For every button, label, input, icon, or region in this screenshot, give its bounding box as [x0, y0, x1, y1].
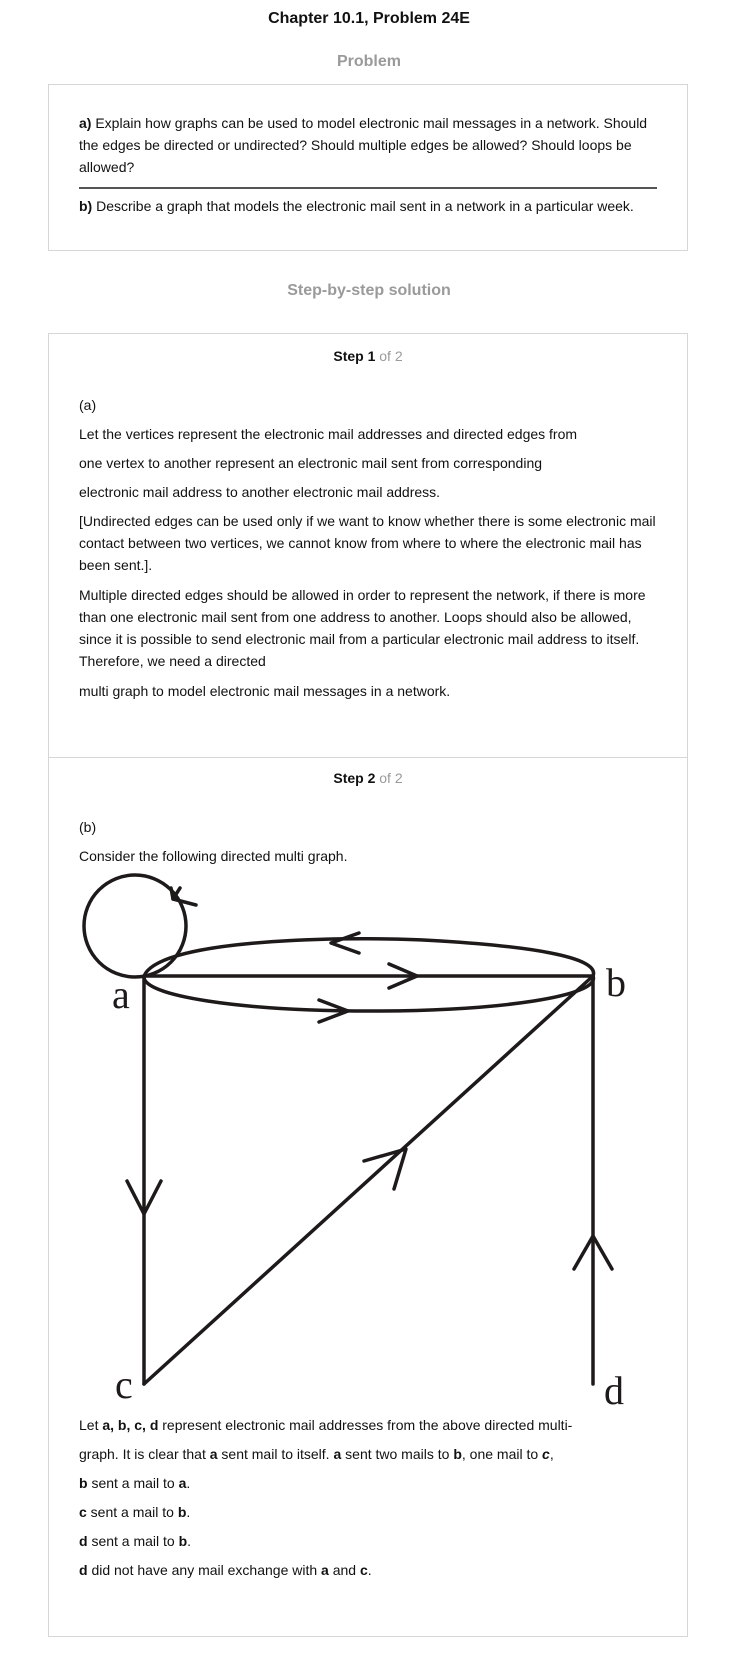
vertex-b: b	[79, 1475, 88, 1491]
vertex-c: c	[79, 1504, 87, 1520]
vertex-b: b	[453, 1446, 462, 1462]
edge-c-to-b	[142, 974, 595, 1386]
step-2-explain-1: Let a, b, c, d represent electronic mail…	[79, 1414, 659, 1436]
text-fragment: .	[367, 1562, 372, 1578]
vertex-d: d	[79, 1533, 88, 1549]
step-2-explain-2: graph. It is clear that a sent mail to i…	[79, 1443, 659, 1465]
text-fragment: did not have any mail exchange with	[87, 1562, 322, 1578]
vertex-label-a: a	[112, 972, 130, 1017]
vertex-d: d	[79, 1562, 88, 1578]
step-2-explain-6: d did not have any mail exchange with a …	[79, 1559, 659, 1581]
edge-a-to-b-lower	[142, 974, 595, 1013]
text-fragment: sent two mails to	[341, 1446, 454, 1462]
text-fragment: sent mail to itself.	[217, 1446, 334, 1462]
step-2-explain-4: c sent a mail to b.	[79, 1501, 659, 1523]
text-fragment: .	[186, 1475, 191, 1491]
vertex-a: a	[321, 1562, 329, 1578]
edge-b-to-a	[142, 936, 596, 978]
vertex-label-c: c	[115, 1362, 133, 1407]
text-fragment: sent a mail to	[87, 1533, 179, 1549]
arrowhead-b-to-a	[329, 931, 361, 955]
vertex-c: c	[542, 1446, 550, 1462]
text-fragment: .	[187, 1533, 192, 1549]
vertex-label-b: b	[606, 960, 626, 1005]
text-fragment: and	[328, 1562, 360, 1578]
text-fragment: .	[186, 1504, 191, 1520]
text-fragment: graph. It is clear that	[79, 1446, 210, 1462]
text-fragment: ,	[549, 1446, 554, 1462]
text-fragment: represent electronic mail addresses from…	[158, 1417, 573, 1433]
vertex-label-d: d	[604, 1368, 624, 1413]
vertex-c: c	[359, 1562, 368, 1578]
step-2-explain-5: d sent a mail to b.	[79, 1530, 659, 1552]
arrowhead-c-to-b	[362, 1147, 408, 1191]
text-fragment: sent a mail to	[87, 1475, 179, 1491]
text-fragment: sent a mail to	[86, 1504, 178, 1520]
vertex-a: a	[209, 1446, 218, 1462]
vertex-list: a, b, c, d	[102, 1417, 159, 1433]
solution-box: Step 1 of 2 (a) Let the vertices represe…	[48, 333, 688, 1637]
step-2-explain-3: b sent a mail to a.	[79, 1472, 659, 1494]
text-fragment: Let	[79, 1417, 103, 1433]
vertex-b: b	[178, 1533, 188, 1549]
text-fragment: , one mail to	[461, 1446, 543, 1462]
